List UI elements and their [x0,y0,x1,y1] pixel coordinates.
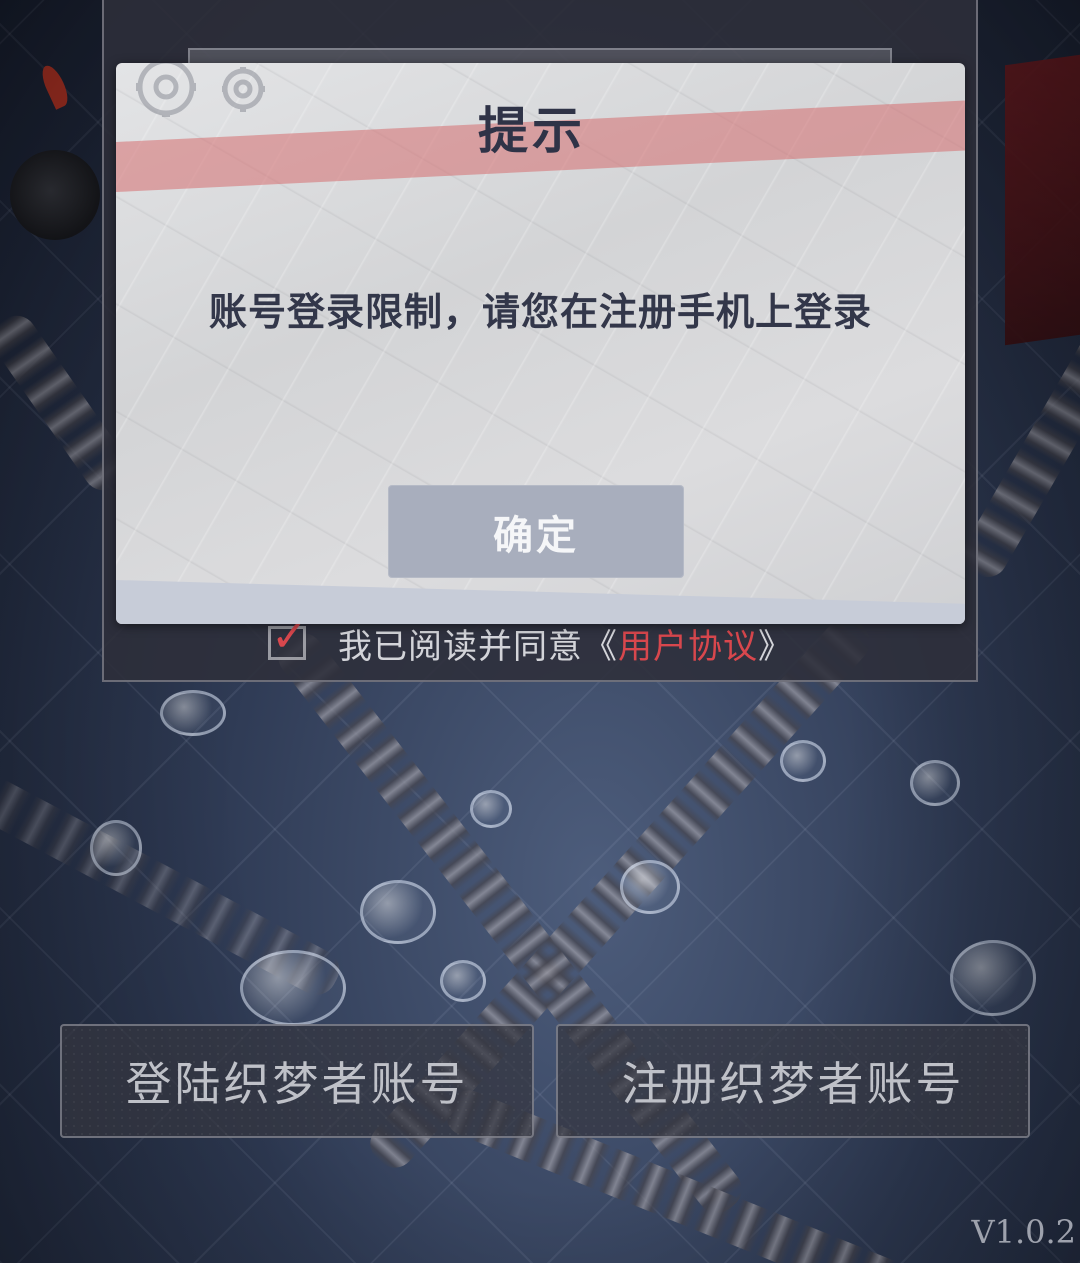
dialog-message: 账号登录限制，请您在注册手机上登录 [208,289,872,334]
agreement-row: ✓ 我已阅读并同意《用户协议》 [268,615,793,668]
login-account-button[interactable]: 登陆织梦者账号 [60,1024,534,1138]
game-login-screen: ✓ 我已阅读并同意《用户协议》 提示 账号登录限制，请您在注册手机上登录 确定 … [0,0,1080,1263]
agreement-close-bracket: 》 [758,626,793,667]
dialog-title: 提示 [478,101,586,160]
agreement-text: 我已阅读并同意《用户协议》 [338,619,793,668]
agreement-label: 我已阅读并同意 [338,626,583,667]
agreement-open-bracket: 《 [583,626,618,667]
user-agreement-link[interactable]: 用户协议 [618,627,758,667]
confirm-button[interactable]: 确定 [388,485,684,578]
version-label: V1.0.2 [971,1213,1076,1251]
alert-dialog: 提示 账号登录限制，请您在注册手机上登录 确定 [116,63,965,624]
register-account-button[interactable]: 注册织梦者账号 [556,1024,1030,1138]
agreement-checkbox[interactable]: ✓ [268,615,308,660]
